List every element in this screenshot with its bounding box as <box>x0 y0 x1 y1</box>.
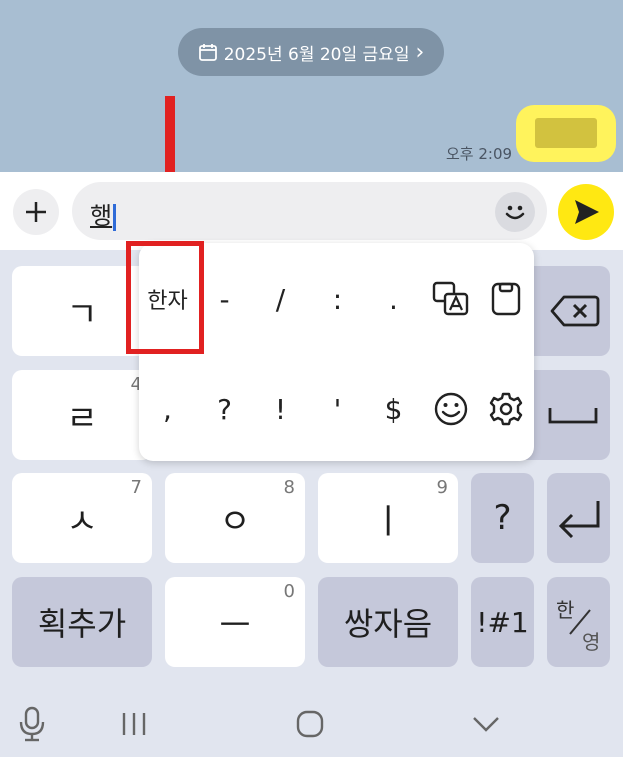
typed-text: 행 <box>90 202 113 230</box>
clipboard-icon <box>491 282 520 316</box>
key-label: ㄱ <box>66 294 98 335</box>
message-bubble[interactable] <box>516 105 616 162</box>
double-consonant-key[interactable]: 쌍자음 <box>318 577 458 667</box>
key-eu[interactable]: ㅡ 0 <box>165 577 305 667</box>
symbols-key[interactable]: !#1 <box>471 577 534 667</box>
popup-key-label: ' <box>333 392 342 426</box>
home-button[interactable] <box>290 704 330 744</box>
lang-korean-label: 한 <box>556 598 575 622</box>
gear-icon <box>489 392 522 426</box>
add-stroke-key[interactable]: 획추가 <box>12 577 152 667</box>
chat-area: 2025년 6월 20일 금요일 › 오후 2:09 <box>0 0 623 172</box>
hide-keyboard-button[interactable] <box>466 704 506 744</box>
highlight-box-annotation <box>126 241 204 354</box>
key-label: ? <box>493 498 512 538</box>
popup-key-emoji[interactable] <box>422 379 479 439</box>
popup-key-label: : <box>332 282 343 316</box>
popup-key-colon[interactable]: : <box>309 269 366 329</box>
popup-key-label: ? <box>217 392 232 426</box>
popup-key-dollar[interactable]: $ <box>365 379 422 439</box>
popup-key-label: . <box>389 282 398 316</box>
plus-icon <box>26 202 46 222</box>
key-ieung[interactable]: ㅇ 8 <box>165 473 305 563</box>
key-label: !#1 <box>476 605 529 639</box>
emoticon-button[interactable] <box>495 192 535 232</box>
popup-key-label: ! <box>274 392 287 426</box>
popup-key-period[interactable]: . <box>365 269 422 329</box>
popup-key-label: / <box>275 282 286 316</box>
popup-key-apostrophe[interactable]: ' <box>309 379 366 439</box>
send-icon <box>575 200 599 224</box>
navigation-bar <box>0 690 623 757</box>
calendar-icon <box>198 44 217 61</box>
chevron-down-icon <box>473 717 499 732</box>
popup-key-translate[interactable] <box>422 269 479 329</box>
key-label: 쌍자음 <box>343 605 433 643</box>
enter-key[interactable] <box>547 473 610 563</box>
key-number-hint: 7 <box>130 477 142 498</box>
home-icon <box>296 710 324 738</box>
recent-apps-button[interactable] <box>114 706 154 742</box>
microphone-icon <box>19 706 45 742</box>
key-i[interactable]: ㅣ 9 <box>318 473 458 563</box>
translate-icon <box>432 281 468 316</box>
key-number-hint: 9 <box>436 477 448 498</box>
chevron-right-icon: › <box>415 39 425 65</box>
space-icon <box>548 408 598 424</box>
popup-key-comma[interactable]: , <box>139 379 196 439</box>
message-text-field[interactable] <box>72 182 547 240</box>
smiley-icon <box>434 392 467 426</box>
date-label: 2025년 6월 20일 금요일 <box>223 44 410 65</box>
voice-input-button[interactable] <box>14 704 50 744</box>
key-rieul[interactable]: ㄹ 4 <box>12 370 152 460</box>
popup-key-label: - <box>219 282 230 316</box>
enter-icon <box>558 501 599 538</box>
send-button[interactable] <box>558 184 614 240</box>
popup-key-slash[interactable]: / <box>252 269 309 329</box>
recent-apps-icon <box>122 713 146 735</box>
popup-key-dash[interactable]: - <box>196 269 253 329</box>
key-number-hint: 8 <box>283 477 295 498</box>
popup-key-label: $ <box>384 392 403 426</box>
typed-text-wrap: 행 <box>90 196 117 231</box>
popup-key-exclamation[interactable]: ! <box>252 379 309 439</box>
lang-english-label: 영 <box>582 630 601 654</box>
key-label: ㅅ <box>66 501 98 542</box>
popup-key-label: , <box>163 392 172 426</box>
attach-button[interactable] <box>13 189 59 235</box>
smiley-icon <box>505 205 525 220</box>
popup-key-clipboard[interactable] <box>477 269 534 329</box>
key-number-hint: 0 <box>283 581 295 602</box>
popup-key-question[interactable]: ? <box>196 379 253 439</box>
text-caret <box>113 203 117 231</box>
key-label: 획추가 <box>37 605 127 643</box>
redacted-message <box>535 118 597 148</box>
key-label: ㄹ <box>66 398 98 439</box>
key-label: ㅣ <box>372 501 404 542</box>
key-question[interactable]: ? <box>471 473 534 563</box>
backspace-icon <box>550 295 600 327</box>
date-divider[interactable]: 2025년 6월 20일 금요일 › <box>178 28 444 76</box>
key-label: ㅡ <box>219 605 251 646</box>
popup-key-settings[interactable] <box>477 379 534 439</box>
key-siot[interactable]: ㅅ 7 <box>12 473 152 563</box>
key-label: ㅇ <box>219 501 251 542</box>
message-time: 오후 2:09 <box>446 145 513 163</box>
